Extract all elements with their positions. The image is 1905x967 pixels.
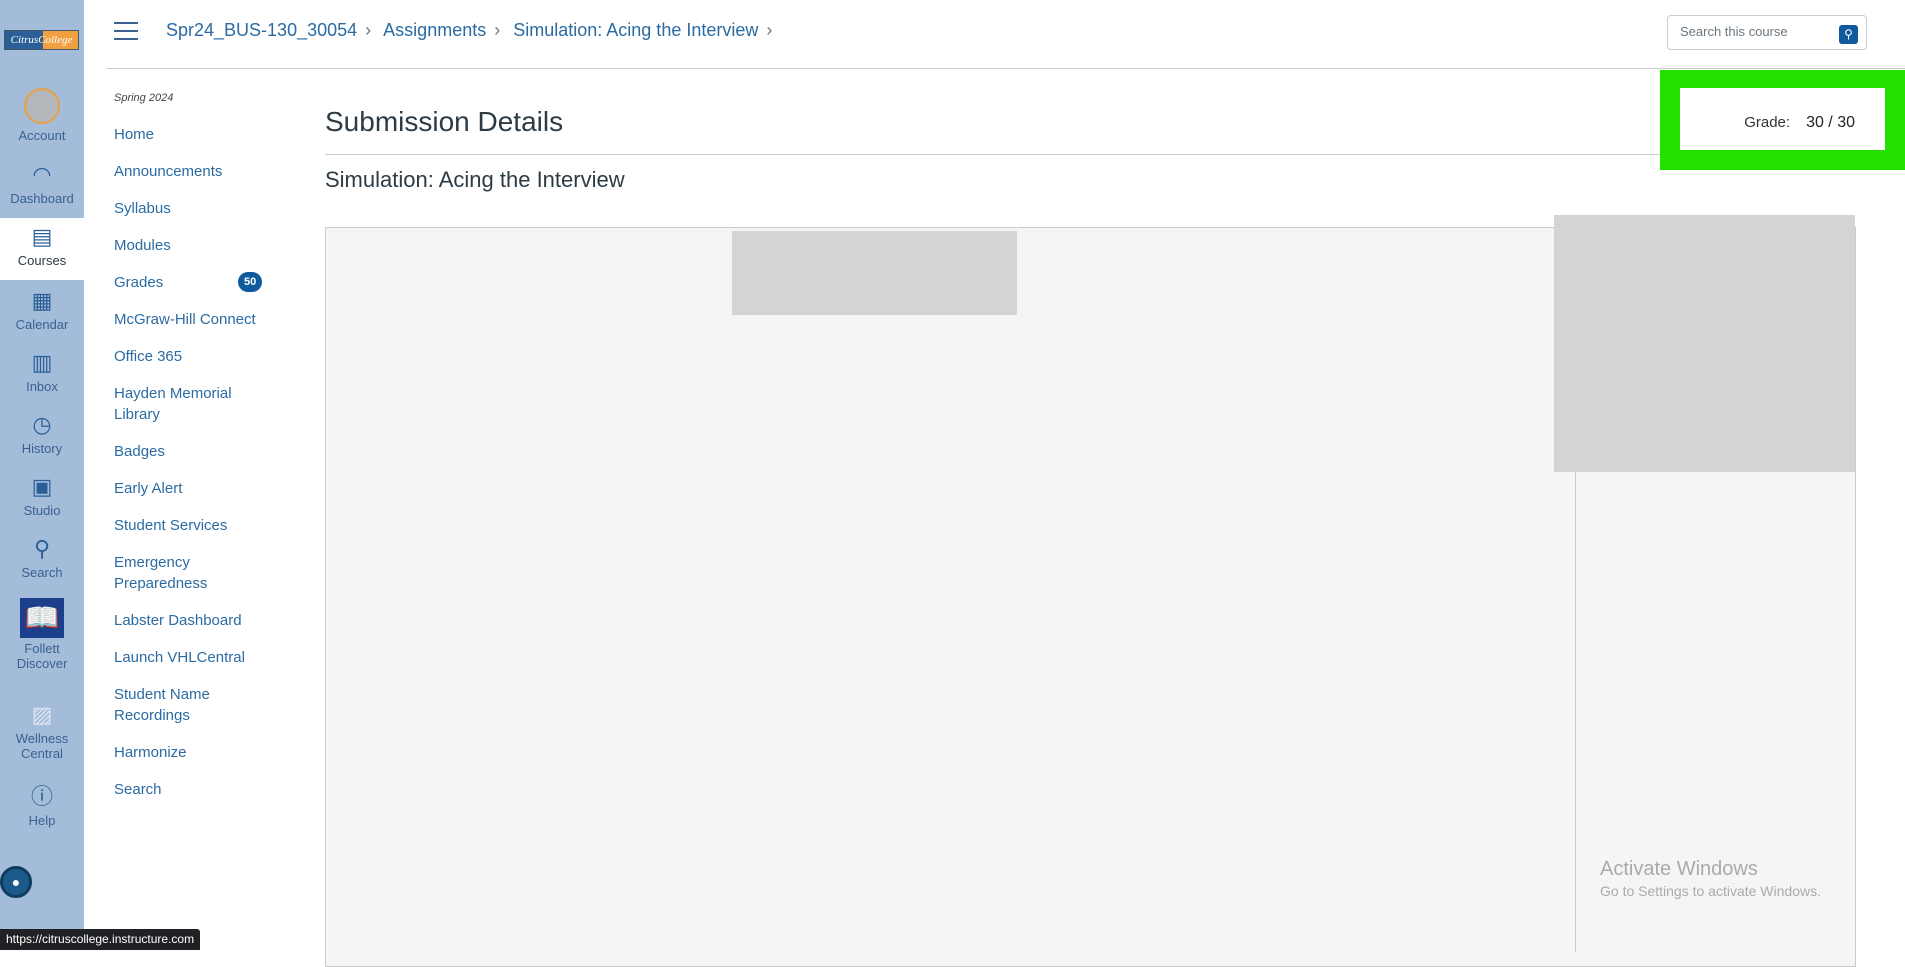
nav-label: Dashboard [10, 191, 74, 206]
course-nav-item[interactable]: Badges [114, 441, 264, 462]
page-title: Submission Details [325, 106, 564, 137]
course-nav: Spring 2024 Home Announcements Syllabus Mod… [114, 92, 264, 816]
nav-help[interactable]: ⓘ Help [0, 784, 84, 828]
grades-badge: 50 [238, 272, 263, 292]
chat-bubble-icon[interactable]: ● [0, 866, 32, 898]
assignment-title: Simulation: Acing the Interview [325, 167, 625, 192]
breadcrumb-course[interactable]: Spr24_BUS-130_30054 [166, 20, 357, 40]
grade-box: Grade: 30 / 30 [1680, 88, 1885, 150]
course-nav-item[interactable]: Announcements [114, 161, 264, 182]
course-nav-item[interactable]: Harmonize [114, 742, 264, 763]
inbox-icon: ▥ [31, 350, 53, 375]
course-nav-label: Launch VHLCentral [114, 649, 245, 666]
activate-windows-watermark: Activate Windows Go to Settings to activa… [1600, 858, 1821, 899]
course-nav-item[interactable]: Modules [114, 235, 264, 256]
search-icon[interactable]: ⚲ [1839, 25, 1858, 44]
course-nav-label: Announcements [114, 163, 223, 180]
chevron-right-icon: › [766, 20, 773, 40]
course-nav-item[interactable]: Hayden Memorial Library [114, 383, 264, 425]
courses-icon: ▤ [31, 224, 53, 249]
nav-label: Calendar [15, 317, 69, 332]
nav-dashboard[interactable]: ◠ Dashboard [0, 162, 84, 206]
course-nav-label: Student Name Recordings [114, 686, 210, 724]
search-icon: ⚲ [33, 536, 51, 561]
grade-highlight: Grade: 30 / 30 [1660, 70, 1905, 170]
course-nav-item[interactable]: Syllabus [114, 198, 264, 219]
nav-studio[interactable]: ▣ Studio [0, 474, 84, 518]
course-nav-item[interactable]: Student Name Recordings [114, 684, 264, 726]
redacted-block [732, 231, 1017, 315]
nav-follett-discover[interactable]: 📖 Follett Discover [0, 598, 84, 671]
course-nav-item[interactable]: Grades 50 [114, 272, 264, 293]
title-divider [325, 154, 1860, 155]
course-nav-label: Student Services [114, 517, 228, 534]
calendar-icon: ▦ [31, 288, 53, 313]
clipboard-icon: ▨ [31, 702, 53, 727]
search-course-input[interactable]: Search this course ⚲ [1667, 15, 1867, 50]
nav-label: Wellness Central [15, 731, 69, 761]
nav-search[interactable]: ⚲ Search [0, 536, 84, 580]
nav-label: Help [28, 813, 56, 828]
dashboard-icon: ◠ [32, 162, 52, 187]
course-nav-label: Home [114, 126, 155, 143]
panel-divider [1575, 472, 1576, 952]
nav-label: Account [18, 128, 66, 143]
activate-sub: Go to Settings to activate Windows. [1600, 883, 1821, 899]
course-nav-label: Grades [114, 274, 164, 291]
history-icon: ◷ [32, 412, 52, 437]
grade-value: 30 / 30 [1806, 114, 1855, 131]
course-nav-label: Labster Dashboard [114, 612, 242, 629]
nav-label: Courses [17, 253, 67, 268]
course-nav-item[interactable]: Launch VHLCentral [114, 647, 264, 668]
course-nav-item[interactable]: Emergency Preparedness [114, 552, 264, 594]
status-url: https://citruscollege.instructure.com [0, 929, 201, 950]
breadcrumb-assignment[interactable]: Simulation: Acing the Interview [513, 20, 758, 40]
course-nav-item[interactable]: Search [114, 779, 264, 800]
menu-icon[interactable] [114, 22, 138, 40]
nav-wellness-central[interactable]: ▨ Wellness Central [0, 702, 84, 761]
help-icon: ⓘ [30, 784, 53, 809]
course-nav-item[interactable]: Early Alert [114, 478, 264, 499]
course-nav-item[interactable]: Home [114, 124, 264, 145]
course-nav-label: Badges [114, 443, 165, 460]
course-nav-label: Emergency Preparedness [114, 554, 208, 592]
book-icon: 📖 [20, 598, 64, 638]
header-divider [107, 68, 1905, 69]
nav-label: Studio [23, 503, 61, 518]
grade-label: Grade: [1744, 114, 1791, 131]
college-logo[interactable]: CitrusCollege [4, 30, 79, 50]
course-nav-item[interactable]: Labster Dashboard [114, 610, 264, 631]
course-nav-item[interactable]: Office 365 [114, 346, 264, 367]
course-nav-label: Hayden Memorial Library [114, 385, 232, 423]
course-nav-item[interactable]: Student Services [114, 515, 264, 536]
breadcrumb: Spr24_BUS-130_30054 › Assignments › Simula… [166, 20, 780, 41]
course-nav-label: Harmonize [114, 744, 187, 761]
course-term: Spring 2024 [114, 92, 174, 104]
nav-inbox[interactable]: ▥ Inbox [0, 350, 84, 394]
nav-label: Follett Discover [16, 641, 68, 671]
breadcrumb-assignments[interactable]: Assignments [383, 20, 486, 40]
course-nav-label: Modules [114, 237, 171, 254]
nav-history[interactable]: ◷ History [0, 412, 84, 456]
nav-label: Search [21, 565, 63, 580]
nav-label: History [21, 441, 63, 456]
nav-label: Inbox [26, 379, 58, 394]
course-nav-label: Early Alert [114, 480, 183, 497]
redacted-block [1554, 215, 1855, 472]
chevron-right-icon: › [365, 20, 372, 40]
nav-calendar[interactable]: ▦ Calendar [0, 288, 84, 332]
nav-courses[interactable]: ▤ Courses [0, 218, 84, 280]
avatar [24, 88, 60, 124]
course-nav-item[interactable]: McGraw-Hill Connect [114, 309, 264, 330]
chevron-right-icon: › [494, 20, 501, 40]
global-nav: CitrusCollege Account ◠ Dashboard ▤ Course… [0, 0, 84, 950]
course-nav-label: McGraw-Hill Connect [114, 311, 256, 328]
course-nav-label: Office 365 [114, 348, 183, 365]
search-placeholder: Search this course [1680, 24, 1788, 39]
nav-account[interactable]: Account [0, 88, 84, 143]
course-nav-label: Syllabus [114, 200, 171, 217]
course-nav-label: Search [114, 781, 162, 798]
activate-title: Activate Windows [1600, 858, 1758, 880]
studio-icon: ▣ [31, 474, 53, 499]
